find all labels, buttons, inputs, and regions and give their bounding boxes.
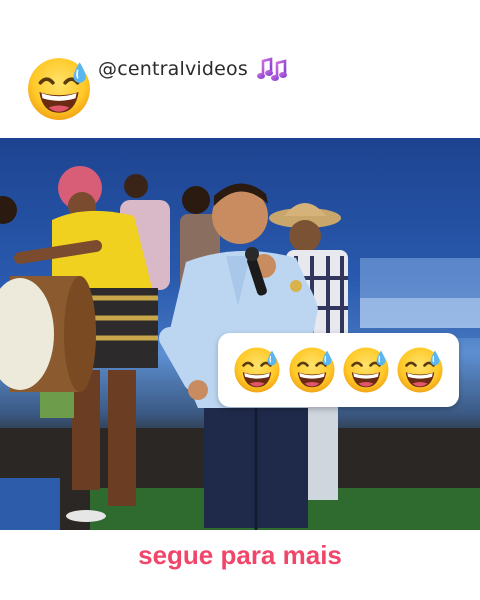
grinning-sweat-icon: [288, 346, 336, 394]
grinning-sweat-icon: [396, 346, 444, 394]
video-player[interactable]: [0, 138, 480, 530]
follow-call-to-action[interactable]: segue para mais: [0, 540, 480, 571]
music-notes-icon: [257, 57, 287, 81]
grinning-sweat-icon: [342, 346, 390, 394]
grinning-sweat-icon: [233, 346, 281, 394]
grinning-sweat-icon: [26, 56, 92, 122]
header-bar: @centralvideos: [0, 0, 480, 138]
emoji-sticker: [218, 333, 459, 407]
account-handle[interactable]: @centralvideos: [98, 58, 248, 80]
